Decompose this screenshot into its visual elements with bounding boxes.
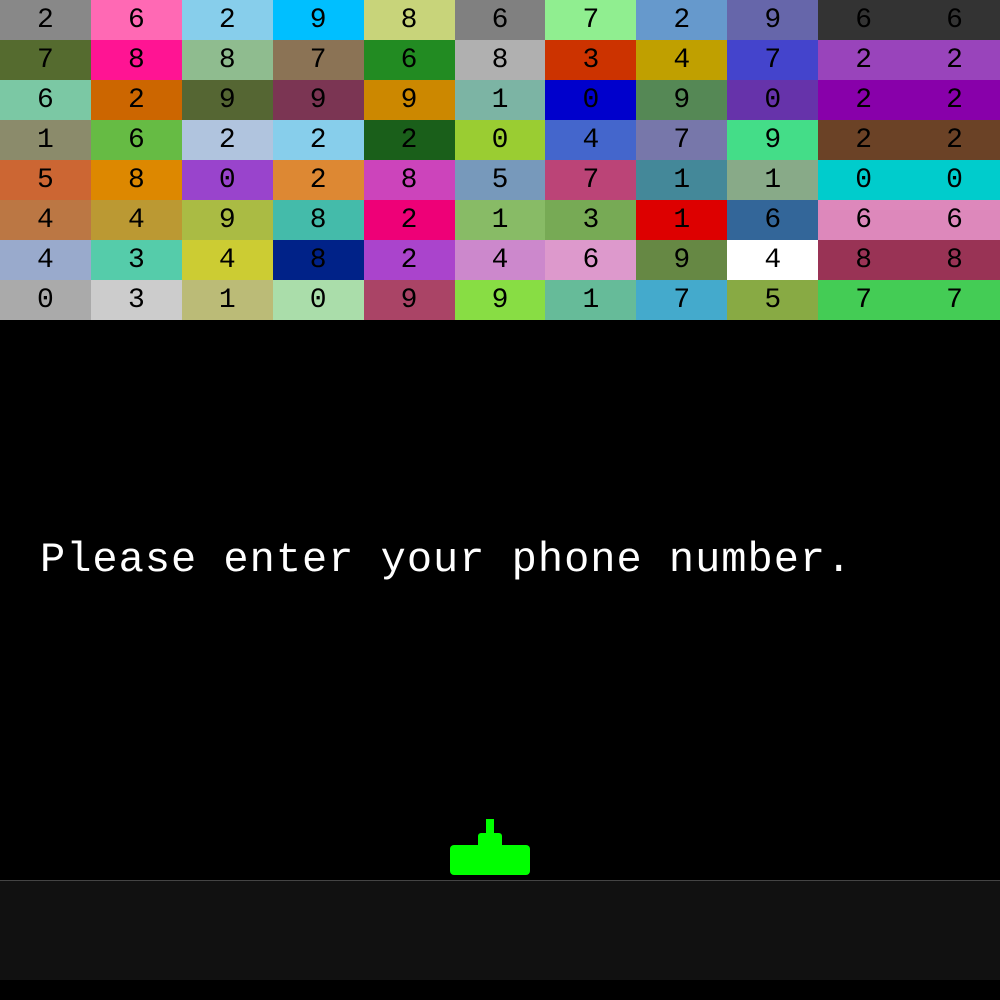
grid-cell-0-10: 6	[909, 0, 1000, 40]
grid-cell-0-1: 6	[91, 0, 182, 40]
prompt-section: Please enter your phone number.	[0, 320, 1000, 800]
grid-cell-5-3: 8	[273, 200, 364, 240]
grid-cell-6-10: 8	[909, 240, 1000, 280]
grid-cell-6-3: 8	[273, 240, 364, 280]
grid-cell-7-3: 0	[273, 280, 364, 320]
grid-cell-4-2: 0	[182, 160, 273, 200]
grid-cell-5-9: 6	[818, 200, 909, 240]
grid-cell-1-4: 6	[364, 40, 455, 80]
grid-cell-2-0: 6	[0, 80, 91, 120]
grid-cell-7-6: 1	[545, 280, 636, 320]
grid-cell-2-6: 0	[545, 80, 636, 120]
grid-cell-7-0: 0	[0, 280, 91, 320]
grid-cell-6-6: 6	[545, 240, 636, 280]
grid-cell-2-8: 0	[727, 80, 818, 120]
grid-cell-3-6: 4	[545, 120, 636, 160]
grid-cell-7-10: 7	[909, 280, 1000, 320]
grid-cell-4-8: 1	[727, 160, 818, 200]
grid-cell-4-9: 0	[818, 160, 909, 200]
grid-cell-0-9: 6	[818, 0, 909, 40]
grid-cell-2-4: 9	[364, 80, 455, 120]
grid-cell-5-5: 1	[455, 200, 546, 240]
grid-cell-1-6: 3	[545, 40, 636, 80]
grid-cell-0-8: 9	[727, 0, 818, 40]
grid-cell-5-0: 4	[0, 200, 91, 240]
grid-cell-0-3: 9	[273, 0, 364, 40]
grid-cell-1-5: 8	[455, 40, 546, 80]
grid-cell-4-7: 1	[636, 160, 727, 200]
grid-cell-7-4: 9	[364, 280, 455, 320]
grid-cell-6-7: 9	[636, 240, 727, 280]
grid-cell-5-2: 9	[182, 200, 273, 240]
grid-cell-3-3: 2	[273, 120, 364, 160]
grid-cell-6-8: 4	[727, 240, 818, 280]
grid-cell-1-10: 2	[909, 40, 1000, 80]
grid-cell-4-10: 0	[909, 160, 1000, 200]
grid-cell-7-8: 5	[727, 280, 818, 320]
grid-cell-5-1: 4	[91, 200, 182, 240]
grid-cell-6-1: 3	[91, 240, 182, 280]
grid-cell-3-8: 9	[727, 120, 818, 160]
grid-cell-4-0: 5	[0, 160, 91, 200]
grid-cell-5-4: 2	[364, 200, 455, 240]
grid-cell-7-5: 9	[455, 280, 546, 320]
tank-body	[450, 845, 530, 875]
grid-cell-1-7: 4	[636, 40, 727, 80]
grid-cell-4-5: 5	[455, 160, 546, 200]
grid-cell-6-0: 4	[0, 240, 91, 280]
input-section[interactable]	[0, 880, 1000, 980]
grid-cell-3-9: 2	[818, 120, 909, 160]
grid-cell-2-9: 2	[818, 80, 909, 120]
grid-cell-3-5: 0	[455, 120, 546, 160]
grid-cell-0-5: 6	[455, 0, 546, 40]
grid-cell-5-8: 6	[727, 200, 818, 240]
grid-cell-0-6: 7	[545, 0, 636, 40]
grid-cell-5-6: 3	[545, 200, 636, 240]
grid-cell-2-1: 2	[91, 80, 182, 120]
grid-cell-1-9: 2	[818, 40, 909, 80]
phone-input[interactable]	[10, 896, 990, 966]
grid-cell-3-0: 1	[0, 120, 91, 160]
grid-cell-4-6: 7	[545, 160, 636, 200]
grid-cell-1-8: 7	[727, 40, 818, 80]
grid-cell-5-7: 1	[636, 200, 727, 240]
grid-cell-2-5: 1	[455, 80, 546, 120]
grid-cell-7-7: 7	[636, 280, 727, 320]
grid-cell-3-10: 2	[909, 120, 1000, 160]
grid-cell-1-2: 8	[182, 40, 273, 80]
grid-cell-1-3: 7	[273, 40, 364, 80]
grid-cell-7-2: 1	[182, 280, 273, 320]
grid-cell-0-4: 8	[364, 0, 455, 40]
grid-cell-7-1: 3	[91, 280, 182, 320]
grid-cell-6-5: 4	[455, 240, 546, 280]
grid-cell-0-2: 2	[182, 0, 273, 40]
tank	[450, 845, 530, 875]
grid-cell-4-1: 8	[91, 160, 182, 200]
grid-cell-4-4: 8	[364, 160, 455, 200]
grid-cell-0-0: 2	[0, 0, 91, 40]
prompt-text: Please enter your phone number.	[40, 536, 852, 584]
grid-cell-7-9: 7	[818, 280, 909, 320]
grid-cell-3-1: 6	[91, 120, 182, 160]
grid-cell-6-9: 8	[818, 240, 909, 280]
tank-section	[0, 800, 1000, 880]
grid-cell-3-4: 2	[364, 120, 455, 160]
color-grid: 2629867296678876834722629991090221622204…	[0, 0, 1000, 320]
grid-cell-1-1: 8	[91, 40, 182, 80]
grid-cell-3-2: 2	[182, 120, 273, 160]
grid-cell-2-10: 2	[909, 80, 1000, 120]
grid-cell-1-0: 7	[0, 40, 91, 80]
grid-cell-0-7: 2	[636, 0, 727, 40]
grid-cell-6-4: 2	[364, 240, 455, 280]
grid-cell-2-2: 9	[182, 80, 273, 120]
grid-cell-3-7: 7	[636, 120, 727, 160]
grid-cell-2-7: 9	[636, 80, 727, 120]
grid-cell-2-3: 9	[273, 80, 364, 120]
grid-cell-5-10: 6	[909, 200, 1000, 240]
grid-cell-4-3: 2	[273, 160, 364, 200]
grid-cell-6-2: 4	[182, 240, 273, 280]
